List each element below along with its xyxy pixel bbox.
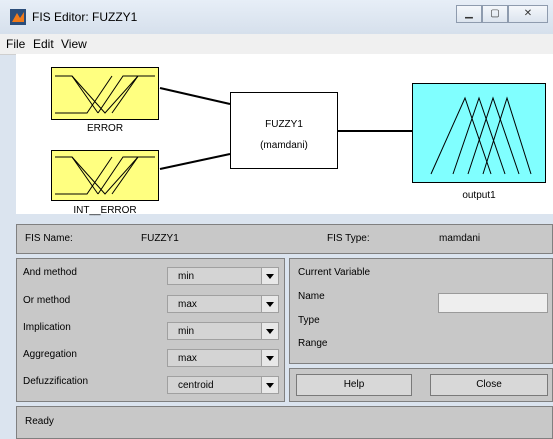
buttons-panel: Help Close [289,368,553,402]
select-value: max [178,299,197,310]
close-button[interactable]: Close [430,374,548,396]
input-label: ERROR [86,123,124,134]
fis-type-label: FIS Type: [327,233,370,244]
current-variable-title: Current Variable [298,267,371,278]
or-method-select[interactable]: max [167,295,279,313]
method-label: And method [23,267,77,278]
current-variable-panel: Current Variable Name Type Range [289,258,553,364]
menu-bar: File Edit View [0,34,553,55]
close-icon: ✕ [523,8,533,19]
dropdown-arrow-icon [261,323,278,339]
close-window-button[interactable]: ✕ [508,5,548,23]
system-type: (mamdani) [260,140,308,151]
minimize-button[interactable]: ▁ [456,5,482,23]
name-label: Name [298,291,325,302]
method-label: Implication [23,322,71,333]
method-label: Defuzzification [23,376,89,387]
defuzzification-select[interactable]: centroid [167,376,279,394]
implication-select[interactable]: min [167,322,279,340]
method-label: Aggregation [23,349,77,360]
fis-system-box[interactable]: FUZZY1 (mamdani) [230,92,338,169]
membership-functions-icon [55,75,155,114]
maximize-button[interactable]: ▢ [482,5,508,23]
output-label: output1 [462,190,496,201]
fis-name-value: FUZZY1 [141,233,179,244]
fis-editor-window: FIS Editor: FUZZY1 ▁ ▢ ✕ File Edit View [0,0,553,439]
menu-edit[interactable]: Edit [33,37,54,51]
membership-functions-icon [55,156,155,195]
select-value: min [178,271,195,282]
select-value: min [178,326,195,337]
minimize-icon: ▁ [465,8,473,19]
fis-info-panel: FIS Name: FUZZY1 FIS Type: mamdani [16,224,553,254]
system-name: FUZZY1 [265,119,303,130]
variable-name-input[interactable] [438,293,548,313]
type-label: Type [298,315,320,326]
fis-diagram: ERROR INT__ERROR FUZZY1 (mamdani) output… [16,54,553,216]
matlab-app-icon [10,9,26,25]
fis-type-value: mamdani [439,233,481,244]
and-method-select[interactable]: min [167,267,279,285]
menu-view[interactable]: View [61,37,87,51]
status-text: Ready [25,416,54,427]
input-variable-error[interactable] [51,67,159,120]
output-variable-output1[interactable] [412,83,546,183]
status-bar: Ready [16,406,553,439]
maximize-icon: ▢ [490,8,500,19]
window-title: FIS Editor: FUZZY1 [32,10,138,24]
dropdown-arrow-icon [261,350,278,366]
dropdown-arrow-icon [261,377,278,393]
dropdown-arrow-icon [261,296,278,312]
select-value: max [178,353,197,364]
input-variable-int-error[interactable] [51,150,159,201]
output-membership-functions-icon [430,96,532,175]
dropdown-arrow-icon [261,268,278,284]
methods-panel: And method min Or method max Implication… [16,258,285,402]
aggregation-select[interactable]: max [167,349,279,367]
help-button[interactable]: Help [296,374,412,396]
fis-name-label: FIS Name: [25,233,73,244]
method-label: Or method [23,295,71,306]
range-label: Range [298,338,328,349]
title-bar: FIS Editor: FUZZY1 ▁ ▢ ✕ [0,0,553,35]
select-value: centroid [178,380,214,391]
menu-file[interactable]: File [6,37,25,51]
input-label: INT__ERROR [73,205,137,216]
